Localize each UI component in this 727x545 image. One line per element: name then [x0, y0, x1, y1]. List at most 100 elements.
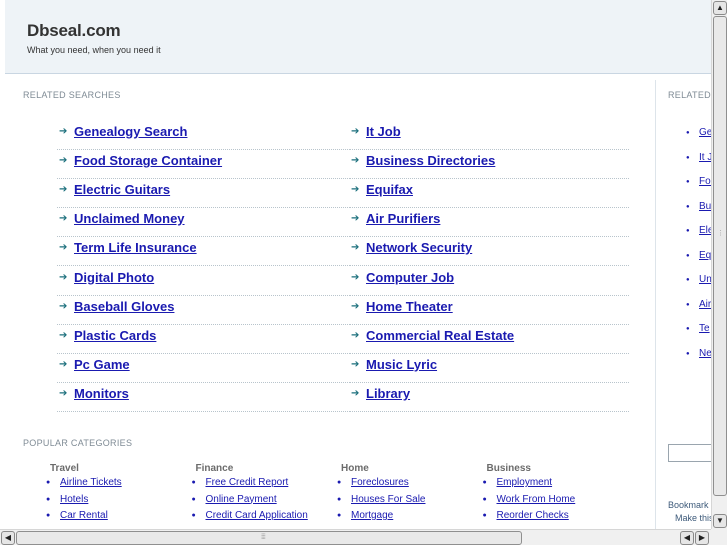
related-search-row[interactable]: ➔ Term Life Insurance — [57, 236, 348, 267]
sidebar-link[interactable]: Te — [699, 323, 710, 334]
category-item[interactable]: ● Car Rental — [46, 510, 190, 527]
category-link[interactable]: Credit Card Application — [206, 510, 308, 521]
bullet-icon: ● — [482, 495, 487, 503]
bullet-icon: ● — [337, 512, 342, 519]
related-search-link[interactable]: Home Theater — [366, 299, 453, 314]
related-search-row[interactable]: ➔ Digital Photo — [57, 266, 348, 296]
related-search-link[interactable]: Library — [366, 386, 410, 401]
related-search-row[interactable]: ➔ Home Theater — [349, 295, 629, 325]
related-search-link[interactable]: It Job — [366, 124, 401, 139]
arrow-right-icon: ➔ — [351, 271, 360, 283]
sidebar-link[interactable]: Ge — [699, 127, 711, 138]
sidebar-link[interactable]: Foo — [699, 176, 711, 187]
related-search-link[interactable]: Term Life Insurance — [74, 240, 197, 255]
related-search-link[interactable]: Computer Job — [366, 270, 454, 285]
sidebar-link[interactable]: Equ — [699, 250, 711, 261]
scroll-up-icon[interactable]: ▲ — [713, 1, 727, 15]
related-search-link[interactable]: Plastic Cards — [74, 328, 156, 343]
related-search-row[interactable]: ➔ Library — [349, 382, 629, 412]
category-item[interactable]: ● Work From Home — [483, 494, 627, 511]
arrow-right-icon: ➔ — [351, 358, 360, 370]
category-item[interactable]: ● Employment — [483, 477, 627, 494]
related-search-link[interactable]: Equifax — [366, 182, 413, 197]
related-search-link[interactable]: Unclaimed Money — [74, 211, 185, 226]
related-search-row[interactable]: ➔ Unclaimed Money — [57, 207, 348, 238]
related-search-link[interactable]: Business Directories — [366, 153, 495, 168]
category-link[interactable]: Mortgage — [351, 510, 393, 521]
related-search-link[interactable]: Air Purifiers — [366, 211, 440, 226]
related-search-link[interactable]: Commercial Real Estate — [366, 328, 514, 343]
category-link[interactable]: Car Rental — [60, 510, 108, 521]
sidebar-link[interactable]: It J — [699, 152, 711, 163]
related-search-row[interactable]: ➔ Electric Guitars — [57, 178, 348, 209]
related-search-link[interactable]: Genealogy Search — [74, 124, 187, 139]
sidebar-link[interactable]: Ele — [699, 225, 711, 236]
related-search-row[interactable]: ➔ Pc Game — [57, 353, 348, 383]
bookmark-text[interactable]: Bookmark Make this — [668, 499, 711, 525]
sidebar-link[interactable]: Bus — [699, 201, 711, 212]
related-search-link[interactable]: Food Storage Container — [74, 153, 222, 168]
category-item[interactable]: ● Online Payment — [192, 494, 336, 511]
arrow-right-icon: ➔ — [59, 387, 68, 399]
category-item[interactable]: ● Credit Card Application — [192, 510, 336, 527]
scroll-down-icon[interactable]: ▼ — [713, 514, 727, 528]
category-item[interactable]: ● Free Credit Report — [192, 477, 336, 494]
category-link[interactable]: Foreclosures — [351, 477, 409, 488]
category-item[interactable]: ● Hotels — [46, 494, 190, 511]
related-search-row[interactable]: ➔ Genealogy Search — [57, 120, 348, 150]
category-item[interactable]: ● Reorder Checks — [483, 510, 627, 527]
category-link[interactable]: Work From Home — [497, 494, 576, 505]
related-search-row[interactable]: ➔ Music Lyric — [349, 353, 629, 383]
related-search-row[interactable]: ➔ Business Directories — [349, 149, 629, 180]
related-search-row[interactable]: ➔ Network Security — [349, 236, 629, 267]
bookmark-link[interactable]: Bookmark — [668, 499, 711, 512]
vertical-scroll-thumb[interactable]: ⋮⋮ — [713, 16, 727, 496]
category-item[interactable]: ● Mortgage — [337, 510, 481, 527]
category-link[interactable]: Houses For Sale — [351, 494, 425, 505]
related-search-link[interactable]: Monitors — [74, 386, 129, 401]
scroll-left-icon[interactable]: ◀ — [680, 531, 694, 545]
related-search-link[interactable]: Music Lyric — [366, 357, 437, 372]
related-search-link[interactable]: Network Security — [366, 240, 472, 255]
arrow-right-icon: ➔ — [59, 155, 68, 167]
scroll-left-icon[interactable]: ◀ — [1, 531, 15, 545]
vertical-scrollbar[interactable]: ▲ ⋮⋮ ▼ — [711, 0, 727, 529]
related-search-row[interactable]: ➔ Plastic Cards — [57, 324, 348, 354]
page-viewport: Dbseal.com What you need, when you need … — [0, 0, 711, 529]
related-search-row[interactable]: ➔ Computer Job — [349, 266, 629, 296]
arrow-right-icon: ➔ — [351, 300, 360, 312]
related-search-row[interactable]: ➔ Air Purifiers — [349, 207, 629, 238]
related-search-row[interactable]: ➔ Baseball Gloves — [57, 295, 348, 325]
related-search-link[interactable]: Baseball Gloves — [74, 299, 174, 314]
sidebar-link[interactable]: Ne — [699, 348, 711, 359]
related-search-link[interactable]: Pc Game — [74, 357, 130, 372]
category-item[interactable]: ● Airline Tickets — [46, 477, 190, 494]
related-search-row[interactable]: ➔ Equifax — [349, 178, 629, 209]
category-item[interactable]: ● Houses For Sale — [337, 494, 481, 511]
horizontal-scroll-thumb[interactable]: ⁞⁞⁞⁞ — [16, 531, 522, 545]
related-search-link[interactable]: Digital Photo — [74, 270, 154, 285]
arrow-right-icon: ➔ — [351, 329, 360, 341]
category-link[interactable]: Hotels — [60, 494, 88, 505]
site-header: Dbseal.com What you need, when you need … — [5, 0, 711, 74]
horizontal-scrollbar[interactable]: ◀ ⁞⁞⁞⁞ ◀ ▶ — [0, 529, 711, 545]
bullet-icon: ● — [46, 495, 51, 503]
arrow-right-icon: ➔ — [351, 155, 360, 167]
related-search-link[interactable]: Electric Guitars — [74, 182, 170, 197]
site-title[interactable]: Dbseal.com — [27, 21, 121, 41]
sidebar-search-input[interactable] — [668, 444, 711, 462]
sidebar-link[interactable]: Un — [699, 274, 711, 285]
related-search-row[interactable]: ➔ Monitors — [57, 382, 348, 412]
scroll-right-icon[interactable]: ▶ — [695, 531, 709, 545]
category-link[interactable]: Employment — [497, 477, 553, 488]
category-item[interactable]: ● Foreclosures — [337, 477, 481, 494]
category-link[interactable]: Reorder Checks — [497, 510, 569, 521]
related-search-row[interactable]: ➔ It Job — [349, 120, 629, 150]
make-homepage-link[interactable]: Make this — [668, 512, 711, 525]
category-link[interactable]: Free Credit Report — [206, 477, 289, 488]
category-link[interactable]: Online Payment — [206, 494, 277, 505]
category-link[interactable]: Airline Tickets — [60, 477, 122, 488]
related-search-row[interactable]: ➔ Commercial Real Estate — [349, 324, 629, 354]
sidebar-link[interactable]: Air — [699, 299, 711, 310]
related-search-row[interactable]: ➔ Food Storage Container — [57, 149, 348, 180]
